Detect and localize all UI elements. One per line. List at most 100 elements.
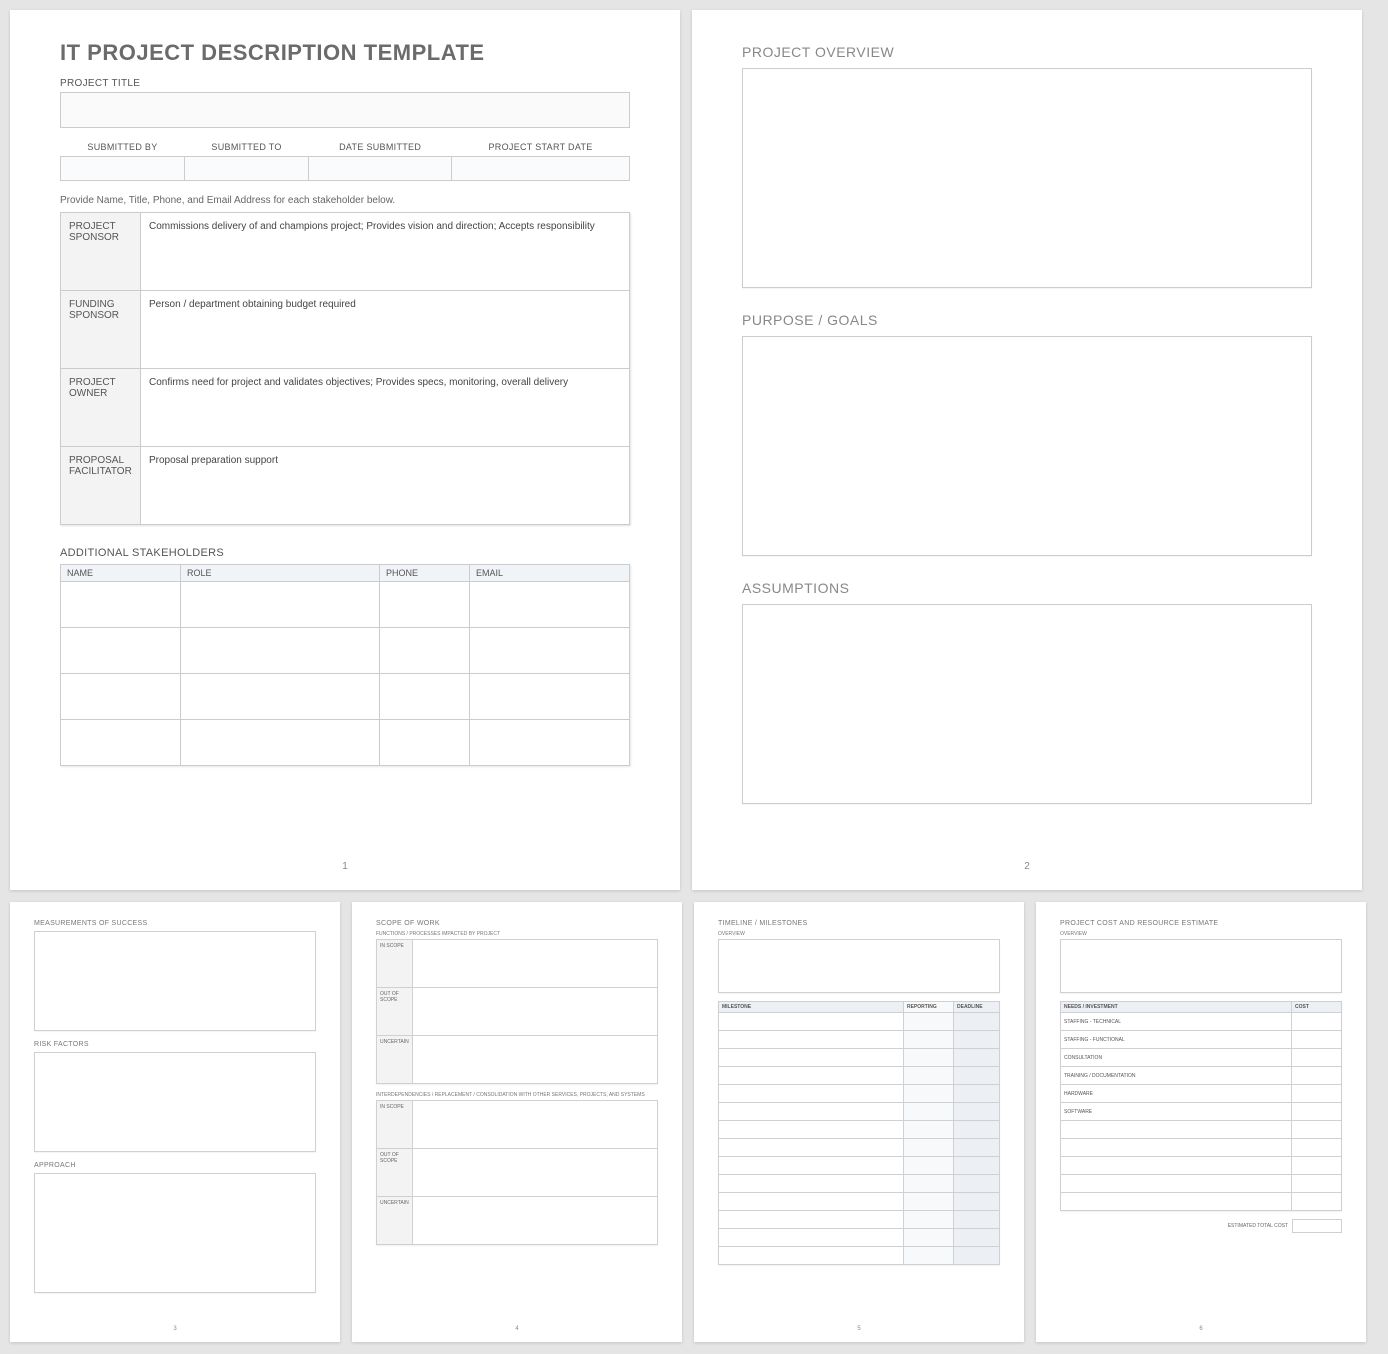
mile-cell[interactable] [719,1049,904,1067]
mile-cell[interactable] [719,1103,904,1121]
mile-cell[interactable] [904,1049,954,1067]
overview-box[interactable] [742,68,1312,288]
addl-cell[interactable] [380,674,470,720]
cost-cell[interactable] [1292,1121,1342,1139]
date-submitted-cell[interactable] [309,157,452,181]
purpose-box[interactable] [742,336,1312,556]
mile-cell[interactable] [904,1013,954,1031]
addl-cell[interactable] [181,582,380,628]
cost-cell[interactable] [1292,1031,1342,1049]
mile-cell[interactable] [904,1103,954,1121]
cost-col-cost: COST [1292,1002,1342,1013]
mile-cell[interactable] [719,1139,904,1157]
scope-uncertain-cell[interactable] [412,1036,657,1084]
cost-cell[interactable] [1292,1193,1342,1211]
addl-cell[interactable] [181,628,380,674]
cost-row-label[interactable] [1061,1121,1292,1139]
cost-cell[interactable] [1292,1049,1342,1067]
mile-cell[interactable] [719,1085,904,1103]
mile-cell[interactable] [904,1067,954,1085]
mile-cell[interactable] [904,1157,954,1175]
success-box[interactable] [34,931,316,1031]
mile-cell[interactable] [954,1121,1000,1139]
mile-cell[interactable] [719,1067,904,1085]
mile-cell[interactable] [719,1175,904,1193]
mile-cell[interactable] [954,1193,1000,1211]
mile-cell[interactable] [954,1013,1000,1031]
desc-project-owner[interactable]: Confirms need for project and validates … [141,369,630,447]
addl-cell[interactable] [61,628,181,674]
cost-row-label[interactable] [1061,1139,1292,1157]
cost-cell[interactable] [1292,1103,1342,1121]
submitted-by-cell[interactable] [61,157,185,181]
cost-row-label[interactable] [1061,1193,1292,1211]
scope-outscope-cell[interactable] [412,988,657,1036]
desc-proposal-facilitator[interactable]: Proposal preparation support [141,447,630,525]
mile-cell[interactable] [954,1211,1000,1229]
mile-cell[interactable] [954,1103,1000,1121]
addl-cell[interactable] [470,674,630,720]
addl-cell[interactable] [380,628,470,674]
project-title-input[interactable] [60,92,630,128]
addl-cell[interactable] [470,628,630,674]
mile-cell[interactable] [719,1193,904,1211]
mile-cell[interactable] [719,1013,904,1031]
submitted-to-cell[interactable] [184,157,308,181]
mile-cell[interactable] [954,1049,1000,1067]
mile-cell[interactable] [904,1139,954,1157]
mile-cell[interactable] [954,1157,1000,1175]
mile-cell[interactable] [954,1085,1000,1103]
mile-cell[interactable] [904,1085,954,1103]
addl-cell[interactable] [470,720,630,766]
addl-cell[interactable] [470,582,630,628]
role-project-sponsor: PROJECT SPONSOR [61,213,141,291]
mile-cell[interactable] [719,1031,904,1049]
cost-cell[interactable] [1292,1013,1342,1031]
mile-cell[interactable] [719,1247,904,1265]
cost-cell[interactable] [1292,1067,1342,1085]
mile-cell[interactable] [904,1211,954,1229]
total-value-box[interactable] [1292,1219,1342,1233]
mile-cell[interactable] [904,1193,954,1211]
project-start-cell[interactable] [452,157,630,181]
cost-row-label[interactable] [1061,1157,1292,1175]
addl-cell[interactable] [380,582,470,628]
risk-box[interactable] [34,1052,316,1152]
mile-cell[interactable] [954,1139,1000,1157]
mile-cell[interactable] [954,1175,1000,1193]
scope-inscope-cell[interactable] [412,940,657,988]
mile-cell[interactable] [954,1031,1000,1049]
mile-cell[interactable] [954,1229,1000,1247]
addl-cell[interactable] [61,582,181,628]
cost-overview-box[interactable] [1060,939,1342,993]
cost-cell[interactable] [1292,1139,1342,1157]
mile-cell[interactable] [719,1121,904,1139]
mile-cell[interactable] [719,1211,904,1229]
scope2-outscope-cell[interactable] [412,1149,657,1197]
addl-cell[interactable] [380,720,470,766]
addl-cell[interactable] [181,720,380,766]
mile-cell[interactable] [904,1229,954,1247]
cost-row-label[interactable] [1061,1175,1292,1193]
mile-cell[interactable] [719,1229,904,1247]
cost-cell[interactable] [1292,1157,1342,1175]
mile-cell[interactable] [904,1247,954,1265]
addl-cell[interactable] [61,674,181,720]
mile-cell[interactable] [904,1175,954,1193]
mile-cell[interactable] [954,1067,1000,1085]
desc-funding-sponsor[interactable]: Person / department obtaining budget req… [141,291,630,369]
mile-cell[interactable] [954,1247,1000,1265]
scope2-uncertain-cell[interactable] [412,1197,657,1245]
timeline-overview-box[interactable] [718,939,1000,993]
mile-cell[interactable] [719,1157,904,1175]
cost-cell[interactable] [1292,1085,1342,1103]
mile-cell[interactable] [904,1031,954,1049]
cost-cell[interactable] [1292,1175,1342,1193]
assumptions-box[interactable] [742,604,1312,804]
addl-cell[interactable] [61,720,181,766]
approach-box[interactable] [34,1173,316,1293]
scope2-inscope-cell[interactable] [412,1101,657,1149]
mile-cell[interactable] [904,1121,954,1139]
desc-project-sponsor[interactable]: Commissions delivery of and champions pr… [141,213,630,291]
addl-cell[interactable] [181,674,380,720]
